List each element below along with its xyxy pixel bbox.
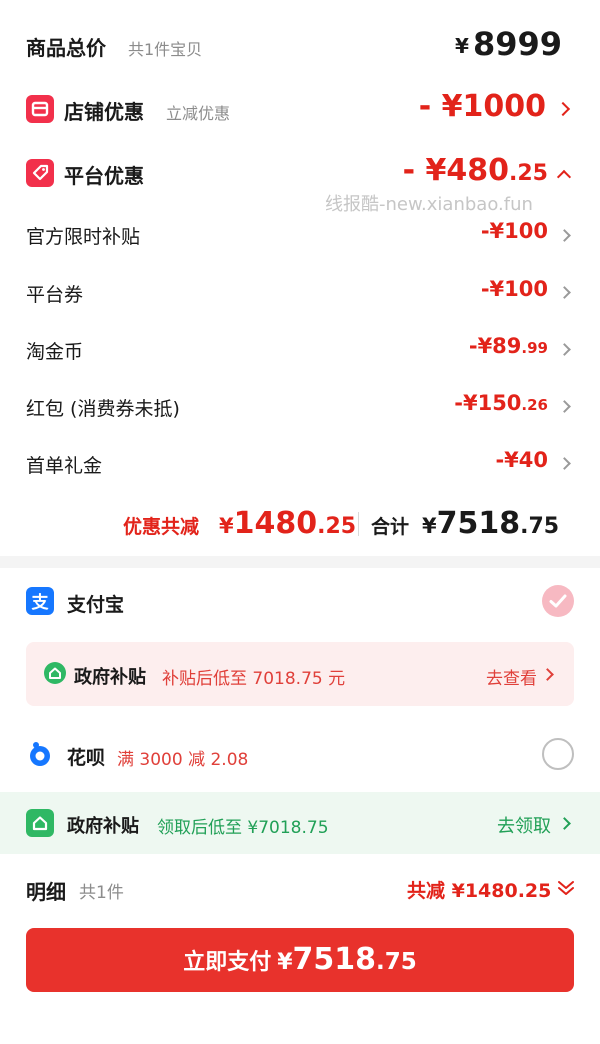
discount-label: 平台券: [26, 284, 84, 306]
chevron-right-icon: [541, 668, 554, 681]
sum-amount: ¥7518.75: [422, 506, 559, 541]
section-divider: [0, 556, 600, 568]
total-currency: ¥: [455, 34, 469, 58]
gov-subsidy-link[interactable]: 去查看: [486, 664, 537, 689]
tag-icon: [26, 159, 54, 187]
saved-currency: ¥: [219, 514, 234, 538]
chevron-right-icon: [558, 229, 571, 242]
platform-discount-value: - ¥480.25: [403, 153, 548, 188]
detail-saved: 共减 ¥1480.25: [407, 880, 552, 902]
total-value: 8999: [473, 25, 563, 63]
discount-value-int: -¥40: [495, 448, 548, 472]
discount-value: -¥150.26: [454, 391, 548, 415]
chevron-right-icon: [558, 400, 571, 413]
huabei-promo: 满 3000 减 2.08: [117, 750, 249, 770]
chevron-right-icon: [558, 286, 571, 299]
saved-label: 优惠共减: [123, 516, 200, 538]
discount-value-int: -¥89: [468, 334, 522, 358]
discount-label: 淘金币: [26, 341, 84, 363]
chevron-right-icon: [558, 457, 571, 470]
gov-subsidy-claim-text: 领取后低至 ¥7018.75: [157, 818, 329, 838]
alipay-icon: 支: [26, 587, 54, 615]
discount-value-dec: .99: [521, 339, 548, 357]
gov-subsidy-banner[interactable]: 政府补贴 补贴后低至 7018.75 元 去查看: [26, 642, 574, 706]
discount-value: -¥40: [495, 448, 548, 472]
sum-currency: ¥: [422, 514, 437, 538]
pay-button-content: 立即支付 ¥7518.75: [183, 942, 417, 977]
discount-value-int: -¥100: [480, 219, 548, 243]
pay-button-int: 7518: [292, 942, 377, 977]
subsidy-icon: [26, 809, 54, 837]
gov-subsidy-claim-label: 政府补贴: [67, 816, 139, 837]
platform-discount-label: 平台优惠: [64, 164, 144, 188]
chevron-up-icon[interactable]: [556, 169, 572, 185]
discount-value-int: -¥100: [480, 277, 548, 301]
platform-value-dec: .25: [509, 161, 548, 186]
chevron-right-icon: [558, 343, 571, 356]
alipay-label: 支付宝: [67, 594, 125, 616]
store-icon: [26, 95, 54, 123]
detail-count: 共1件: [79, 883, 124, 903]
gov-subsidy-claim-banner[interactable]: 政府补贴 领取后低至 ¥7018.75 去领取: [0, 792, 600, 854]
divider: [358, 512, 359, 536]
chevron-right-icon: [555, 101, 571, 117]
store-discount-label: 店铺优惠: [64, 100, 144, 124]
subsidy-icon: [44, 662, 66, 684]
discount-value: -¥89.99: [469, 334, 548, 358]
huabei-label: 花呗: [67, 747, 106, 769]
pay-button-dec: .75: [376, 949, 417, 975]
discount-value-dec: .26: [521, 396, 548, 414]
platform-value-int: - ¥480: [402, 153, 510, 188]
sum-dec: .75: [520, 514, 560, 539]
watermark: 线报酷-new.xianbao.fun: [325, 194, 533, 215]
saved-amount: ¥1480.25: [219, 506, 356, 541]
product-total-label: 商品总价: [26, 36, 106, 60]
gov-subsidy-claim-link[interactable]: 去领取: [497, 812, 551, 838]
selected-check-icon[interactable]: [542, 585, 574, 617]
svg-text:支: 支: [32, 592, 50, 613]
discount-label: 首单礼金: [26, 455, 103, 477]
store-discount-note: 立减优惠: [166, 104, 231, 123]
gov-subsidy-text: 补贴后低至 7018.75 元: [162, 669, 346, 689]
discount-value: -¥100: [481, 277, 548, 301]
double-chevron-down-icon[interactable]: [556, 878, 576, 898]
pay-now-button[interactable]: 立即支付 ¥7518.75: [26, 928, 574, 992]
product-count: 共1件宝贝: [128, 40, 203, 59]
discount-value: -¥100: [481, 219, 548, 243]
discount-label: 官方限时补贴: [26, 226, 141, 248]
discount-label: 红包 (消费券未抵): [26, 398, 180, 420]
radio-unselected-icon[interactable]: [542, 738, 574, 770]
discount-value-int: -¥150: [454, 391, 522, 415]
saved-int: 1480: [233, 506, 318, 541]
huabei-icon: [26, 740, 54, 768]
store-discount-value: - ¥1000: [418, 89, 546, 124]
pay-button-currency: ¥: [277, 950, 293, 975]
gov-subsidy-label: 政府补贴: [74, 667, 146, 688]
detail-label: 明细: [26, 880, 66, 904]
pay-button-label: 立即支付: [183, 950, 272, 975]
sum-label: 合计: [371, 516, 410, 538]
saved-dec: .25: [317, 514, 357, 539]
chevron-right-icon: [558, 817, 571, 830]
sum-int: 7518: [436, 506, 521, 541]
